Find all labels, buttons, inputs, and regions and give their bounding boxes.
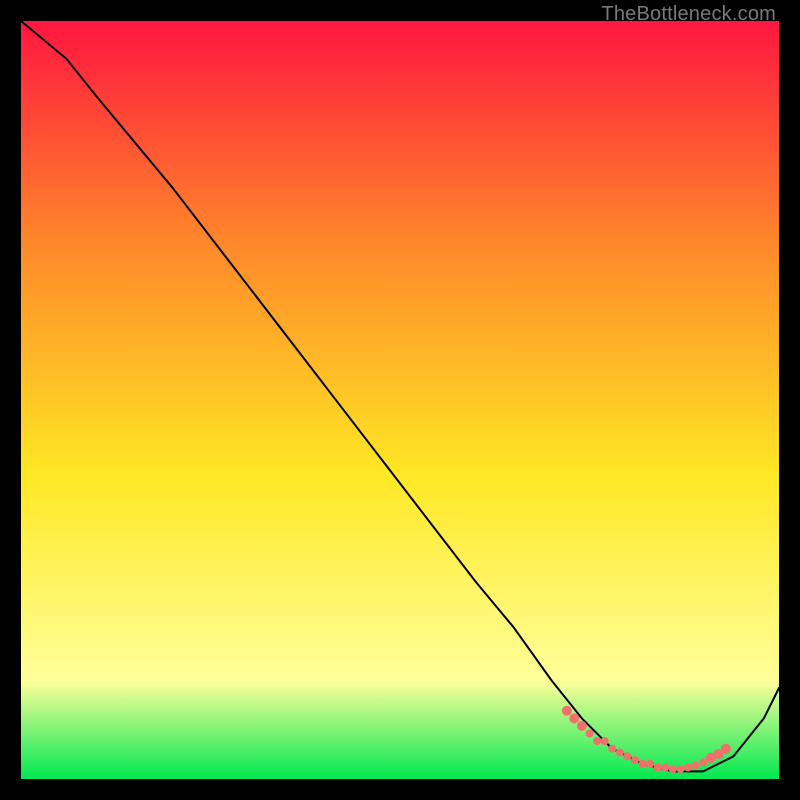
- curve-marker: [677, 765, 685, 773]
- curve-marker: [601, 737, 609, 745]
- curve-marker: [569, 713, 579, 723]
- curve-marker: [654, 764, 662, 772]
- curve-marker: [616, 749, 624, 757]
- curve-marker: [631, 756, 639, 764]
- curve-marker: [608, 745, 616, 753]
- curve-marker: [623, 752, 631, 760]
- curve-marker: [669, 765, 677, 773]
- curve-marker: [593, 737, 601, 745]
- curve-marker: [699, 758, 707, 766]
- curve-marker: [562, 706, 572, 716]
- curve-marker: [684, 764, 692, 772]
- curve-marker: [692, 761, 700, 769]
- curve-marker: [586, 730, 594, 738]
- gradient-background: [21, 21, 779, 779]
- chart-frame: [21, 21, 779, 779]
- curve-marker: [577, 721, 587, 731]
- chart-canvas: [21, 21, 779, 779]
- watermark-text: TheBottleneck.com: [601, 3, 776, 26]
- curve-marker: [661, 764, 669, 772]
- curve-marker: [639, 760, 647, 768]
- curve-marker: [721, 744, 731, 754]
- curve-marker: [646, 760, 654, 768]
